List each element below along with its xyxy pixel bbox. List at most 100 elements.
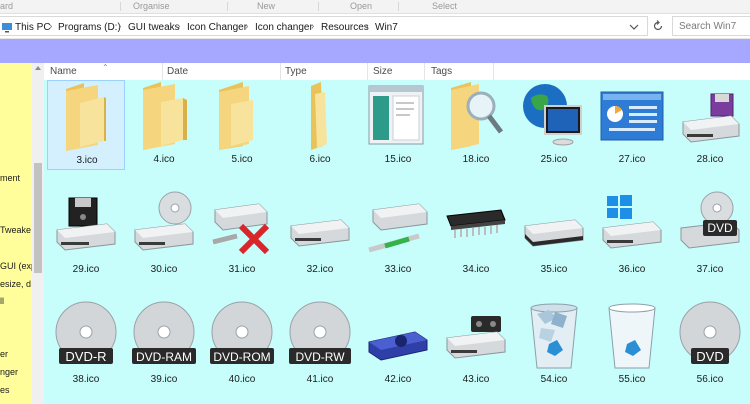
ribbon-tab-select[interactable]: Select <box>432 1 457 11</box>
hard-drive-icon <box>290 219 350 247</box>
disc-label: DVD-R <box>65 349 106 364</box>
file-item[interactable]: DVD 56.ico <box>671 300 749 390</box>
file-name: 32.ico <box>306 264 334 275</box>
file-item[interactable]: 29.ico <box>47 190 125 280</box>
file-item[interactable]: DVD-R 38.ico <box>47 300 125 390</box>
file-item[interactable]: 15.ico <box>359 80 437 170</box>
ribbon-tab-open[interactable]: Open <box>350 1 372 11</box>
refresh-icon[interactable] <box>652 20 664 32</box>
breadcrumb-resources[interactable]: Resources <box>321 22 369 33</box>
column-tags[interactable]: Tags <box>431 66 452 77</box>
control-panel-icon <box>600 91 664 141</box>
breadcrumb-this-pc[interactable]: This PC <box>15 22 51 33</box>
file-item[interactable]: 42.ico <box>359 300 437 390</box>
breadcrumb-icon-changer-sub[interactable]: Icon changer <box>255 22 313 33</box>
dvd-drive-icon: DVD <box>680 191 740 249</box>
file-item[interactable]: 5.ico <box>203 80 281 170</box>
nav-scrollbar[interactable] <box>32 63 44 404</box>
nav-item[interactable]: ment <box>0 173 20 183</box>
file-name: 40.ico <box>228 374 256 385</box>
file-name: 33.ico <box>384 264 412 275</box>
folder-icon <box>143 82 187 150</box>
ribbon-tab-clipboard[interactable]: ard <box>0 1 13 11</box>
chevron-right-icon[interactable]: › <box>245 21 248 32</box>
scroll-up-icon[interactable] <box>35 66 41 70</box>
sort-ascending-icon: ⌃ <box>102 63 109 72</box>
ribbon-tab-organise[interactable]: Organise <box>133 1 170 11</box>
tape-drive-icon <box>446 316 506 359</box>
file-name: 38.ico <box>72 374 100 385</box>
file-name: 6.ico <box>309 154 331 165</box>
nav-item[interactable]: nger <box>0 367 18 377</box>
file-item[interactable]: 6.ico <box>281 80 359 170</box>
disc-label: DVD-ROM <box>213 350 270 364</box>
file-item[interactable]: 30.ico <box>125 190 203 280</box>
dvd-icon: DVD <box>679 301 741 364</box>
nav-item[interactable]: Tweake <box>0 225 31 235</box>
file-item[interactable]: DVD 37.ico <box>671 190 749 280</box>
column-size[interactable]: Size <box>373 66 392 77</box>
file-item[interactable]: 27.ico <box>593 80 671 170</box>
file-item[interactable]: 54.ico <box>515 300 593 390</box>
chevron-right-icon[interactable]: › <box>118 21 121 32</box>
file-name: 55.ico <box>618 374 646 385</box>
recycle-bin-empty-icon <box>608 303 656 369</box>
column-name[interactable]: Name <box>50 66 77 77</box>
file-item[interactable]: 25.ico <box>515 80 593 170</box>
chevron-right-icon[interactable]: › <box>365 21 368 32</box>
column-type[interactable]: Type <box>285 66 307 77</box>
floppy-drive-icon <box>682 93 740 143</box>
dvd-ram-icon: DVD-RAM <box>132 301 196 364</box>
file-name: 36.ico <box>618 264 646 275</box>
column-date[interactable]: Date <box>167 66 188 77</box>
file-name: 18.ico <box>462 154 490 165</box>
disc-label: DVD-RW <box>295 350 345 364</box>
file-name: 30.ico <box>150 264 178 275</box>
file-item[interactable]: DVD-ROM 40.ico <box>203 300 281 390</box>
dvd-rom-icon: DVD-ROM <box>210 301 274 364</box>
file-name: 54.ico <box>540 374 568 385</box>
file-item[interactable]: 36.ico <box>593 190 671 280</box>
file-item[interactable]: 43.ico <box>437 300 515 390</box>
toolbar-band <box>0 39 750 63</box>
breadcrumb-gui-tweaks[interactable]: GUI tweaks <box>128 22 180 33</box>
file-item[interactable]: 35.ico <box>515 190 593 280</box>
nav-item[interactable]: esize, d <box>0 279 31 289</box>
folder-narrow-icon <box>311 82 327 150</box>
nav-item[interactable]: es <box>0 385 10 395</box>
file-item[interactable]: 34.ico <box>437 190 515 280</box>
file-item[interactable]: 18.ico <box>437 80 515 170</box>
file-item[interactable]: 3.ico <box>47 80 125 170</box>
file-item[interactable]: 31.ico <box>203 190 281 280</box>
file-item[interactable]: 32.ico <box>281 190 359 280</box>
file-item[interactable]: 28.ico <box>671 80 749 170</box>
breadcrumb[interactable]: This PC › Programs (D:) › GUI tweaks › I… <box>0 16 648 36</box>
breadcrumb-win7[interactable]: Win7 <box>375 22 398 33</box>
navigation-pane: ment Tweake GUI (exp esize, d ll er nger… <box>0 63 33 404</box>
file-name: 5.ico <box>231 154 253 165</box>
breadcrumb-programs[interactable]: Programs (D:) <box>58 22 121 33</box>
chevron-right-icon[interactable]: › <box>311 21 314 32</box>
nav-item[interactable]: ll <box>0 296 4 306</box>
blue-drive-icon <box>368 331 428 361</box>
folder-search-icon <box>451 82 503 150</box>
file-name: 43.ico <box>462 374 490 385</box>
search-input[interactable]: Search Win7 <box>672 16 750 36</box>
file-name: 35.ico <box>540 264 568 275</box>
file-item[interactable]: DVD-RW 41.ico <box>281 300 359 390</box>
chevron-right-icon[interactable]: › <box>177 21 180 32</box>
nav-item[interactable]: er <box>0 349 8 359</box>
breadcrumb-icon-changer[interactable]: Icon Changer <box>187 22 247 33</box>
file-item[interactable]: 33.ico <box>359 190 437 280</box>
scroll-thumb[interactable] <box>34 163 42 273</box>
file-item[interactable]: 55.ico <box>593 300 671 390</box>
file-item[interactable]: 4.ico <box>125 80 203 170</box>
chevron-right-icon[interactable]: › <box>49 21 52 32</box>
file-grid: 3.ico 4.ico 5.ico 6.ico 15.ico 18.ico 25… <box>44 80 750 404</box>
chevron-down-icon[interactable] <box>629 22 639 32</box>
file-name: 56.ico <box>696 374 724 385</box>
file-item[interactable]: DVD-RAM 39.ico <box>125 300 203 390</box>
ribbon-tab-new[interactable]: New <box>257 1 275 11</box>
nav-item[interactable]: GUI (exp <box>0 261 32 271</box>
column-header: ⌃ Name Date Type Size Tags <box>44 63 750 81</box>
